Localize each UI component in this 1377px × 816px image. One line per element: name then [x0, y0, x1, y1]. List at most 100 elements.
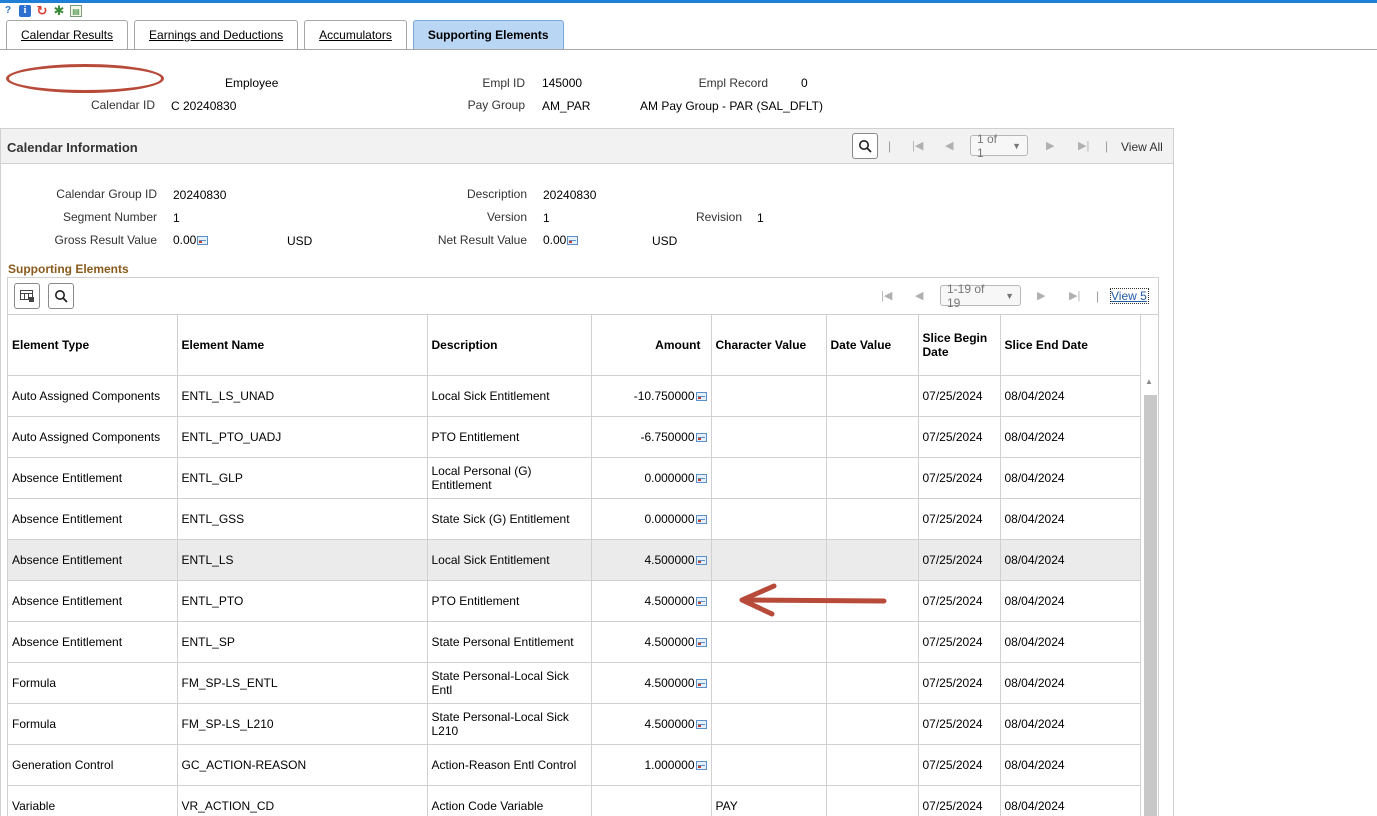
revision-value: 1 [757, 211, 764, 225]
grid-find-button[interactable] [48, 283, 74, 309]
redacted-name-annotation [6, 64, 164, 93]
table-row[interactable]: Formula FM_SP-LS_L210 State Personal-Local… [8, 703, 1141, 745]
grid-page-selector[interactable]: 1-19 of 19 ▼ [940, 282, 1021, 310]
column-header-element-type[interactable]: Element Type [8, 315, 178, 376]
table-row[interactable]: Auto Assigned Components ENTL_PTO_UADJ PTO… [8, 416, 1141, 458]
empl-record-value: 0 [801, 76, 808, 90]
cell-description: Action-Reason Entl Control [427, 744, 592, 786]
page-selector[interactable]: 1 of 1 ▼ [970, 132, 1028, 160]
column-header-character-value[interactable]: Character Value [711, 315, 827, 376]
net-currency: USD [652, 234, 678, 248]
column-header-amount[interactable]: Amount [591, 315, 712, 376]
cell-slice-begin-date: 07/25/2024 [918, 744, 1001, 786]
table-row[interactable]: Auto Assigned Components ENTL_LS_UNAD Loca… [8, 375, 1141, 417]
cell-element-name: ENTL_LS_UNAD [177, 375, 428, 417]
refresh-icon[interactable]: ↻ [36, 4, 48, 17]
supporting-elements-table: Element Type Element Name Description Am… [8, 315, 1141, 816]
column-header-slice-begin-date[interactable]: Slice Begin Date [918, 315, 1001, 376]
tab-accumulators[interactable]: Accumulators [304, 20, 407, 49]
grid-vertical-scrollbar[interactable]: ▲ [1140, 315, 1158, 816]
table-row[interactable]: Absence Entitlement ENTL_SP State Personal… [8, 621, 1141, 663]
cell-slice-begin-date: 07/25/2024 [918, 457, 1001, 499]
previous-page-icon[interactable]: ◀ [945, 139, 953, 152]
next-page-icon[interactable]: ▶ [1037, 289, 1045, 302]
next-page-icon[interactable]: ▶ [1046, 139, 1054, 152]
cell-slice-begin-date: 07/25/2024 [918, 662, 1001, 704]
table-row[interactable]: Absence Entitlement ENTL_PTO PTO Entitleme… [8, 580, 1141, 622]
cell-element-type: Generation Control [8, 744, 178, 786]
cell-character-value [711, 621, 827, 663]
cell-element-type: Absence Entitlement [8, 621, 178, 663]
cell-slice-end-date: 08/04/2024 [1000, 416, 1141, 458]
table-row[interactable]: Absence Entitlement ENTL_GLP Local Persona… [8, 457, 1141, 499]
table-row[interactable]: Absence Entitlement ENTL_LS Local Sick Ent… [8, 539, 1141, 581]
report-icon[interactable]: ▤ [70, 5, 82, 17]
cell-element-name: ENTL_PTO_UADJ [177, 416, 428, 458]
calculator-icon[interactable] [695, 514, 707, 524]
cell-slice-end-date: 08/04/2024 [1000, 375, 1141, 417]
cell-slice-begin-date: 07/25/2024 [918, 416, 1001, 458]
calculator-icon[interactable] [567, 236, 579, 245]
cell-character-value [711, 375, 827, 417]
cell-description: State Personal-Local Sick L210 [427, 703, 592, 745]
cell-date-value [826, 744, 919, 786]
calculator-icon[interactable] [197, 236, 209, 245]
cell-amount: 1.000000 [591, 744, 712, 786]
calculator-icon[interactable] [695, 473, 707, 483]
cell-element-name: ENTL_LS [177, 539, 428, 581]
cell-amount: 0.000000 [591, 457, 712, 499]
first-page-icon[interactable]: |◀ [881, 289, 892, 302]
calculator-icon[interactable] [695, 596, 707, 606]
column-header-description[interactable]: Description [427, 315, 592, 376]
cell-date-value [826, 457, 919, 499]
calculator-icon[interactable] [695, 760, 707, 770]
pay-group-value: AM_PAR [542, 99, 591, 113]
table-row[interactable]: Generation Control GC_ACTION-REASON Action… [8, 744, 1141, 786]
pay-group-label: Pay Group [467, 98, 525, 112]
find-button[interactable] [852, 133, 878, 159]
first-page-icon[interactable]: |◀ [912, 139, 923, 152]
calculator-icon[interactable] [695, 637, 707, 647]
calculator-icon[interactable] [695, 678, 707, 688]
cell-character-value [711, 457, 827, 499]
table-row[interactable]: Formula FM_SP-LS_ENTL State Personal-Local… [8, 662, 1141, 704]
last-page-icon[interactable]: ▶| [1078, 139, 1089, 152]
net-result-value-label: Net Result Value [437, 233, 527, 247]
tab-calendar-results[interactable]: Calendar Results [6, 20, 129, 49]
column-header-date-value[interactable]: Date Value [826, 315, 919, 376]
description-value: 20240830 [543, 188, 597, 202]
cell-element-type: Formula [8, 662, 178, 704]
personalize-grid-button[interactable] [14, 283, 40, 309]
settings-icon[interactable]: ✱ [53, 4, 65, 17]
table-row[interactable]: Absence Entitlement ENTL_GSS State Sick (G… [8, 498, 1141, 540]
cell-slice-end-date: 08/04/2024 [1000, 662, 1141, 704]
column-header-element-name[interactable]: Element Name [177, 315, 428, 376]
scroll-up-icon[interactable]: ▲ [1145, 377, 1153, 386]
segment-number-label: Segment Number [62, 210, 157, 224]
cell-description: State Personal-Local Sick Entl [427, 662, 592, 704]
table-row[interactable]: Variable VR_ACTION_CD Action Code Variable… [8, 785, 1141, 816]
scrollbar-thumb[interactable] [1144, 395, 1157, 816]
column-header-slice-end-date[interactable]: Slice End Date [1000, 315, 1141, 376]
calculator-icon[interactable] [695, 555, 707, 565]
cell-slice-begin-date: 07/25/2024 [918, 539, 1001, 581]
calendar-group-id-label: Calendar Group ID [56, 187, 157, 201]
calculator-icon[interactable] [695, 432, 707, 442]
help-icon[interactable]: ? [2, 5, 14, 17]
cell-character-value [711, 539, 827, 581]
view-all-link[interactable]: View All [1121, 140, 1163, 154]
cell-slice-end-date: 08/04/2024 [1000, 498, 1141, 540]
tab-supporting-elements[interactable]: Supporting Elements [412, 20, 564, 49]
top-accent-bar [0, 0, 1377, 3]
calculator-icon[interactable] [695, 719, 707, 729]
tab-earnings-and-deductions[interactable]: Earnings and Deductions [134, 20, 299, 49]
info-icon[interactable]: i [19, 5, 31, 17]
previous-page-icon[interactable]: ◀ [915, 289, 923, 302]
calculator-icon[interactable] [695, 391, 707, 401]
last-page-icon[interactable]: ▶| [1069, 289, 1080, 302]
segment-number-value: 1 [173, 211, 180, 225]
view-5-link[interactable]: View 5 [1110, 288, 1149, 304]
cell-description: Action Code Variable [427, 785, 592, 816]
pay-group-description: AM Pay Group - PAR (SAL_DFLT) [640, 99, 823, 113]
net-result-value: 0.00 [543, 233, 579, 247]
